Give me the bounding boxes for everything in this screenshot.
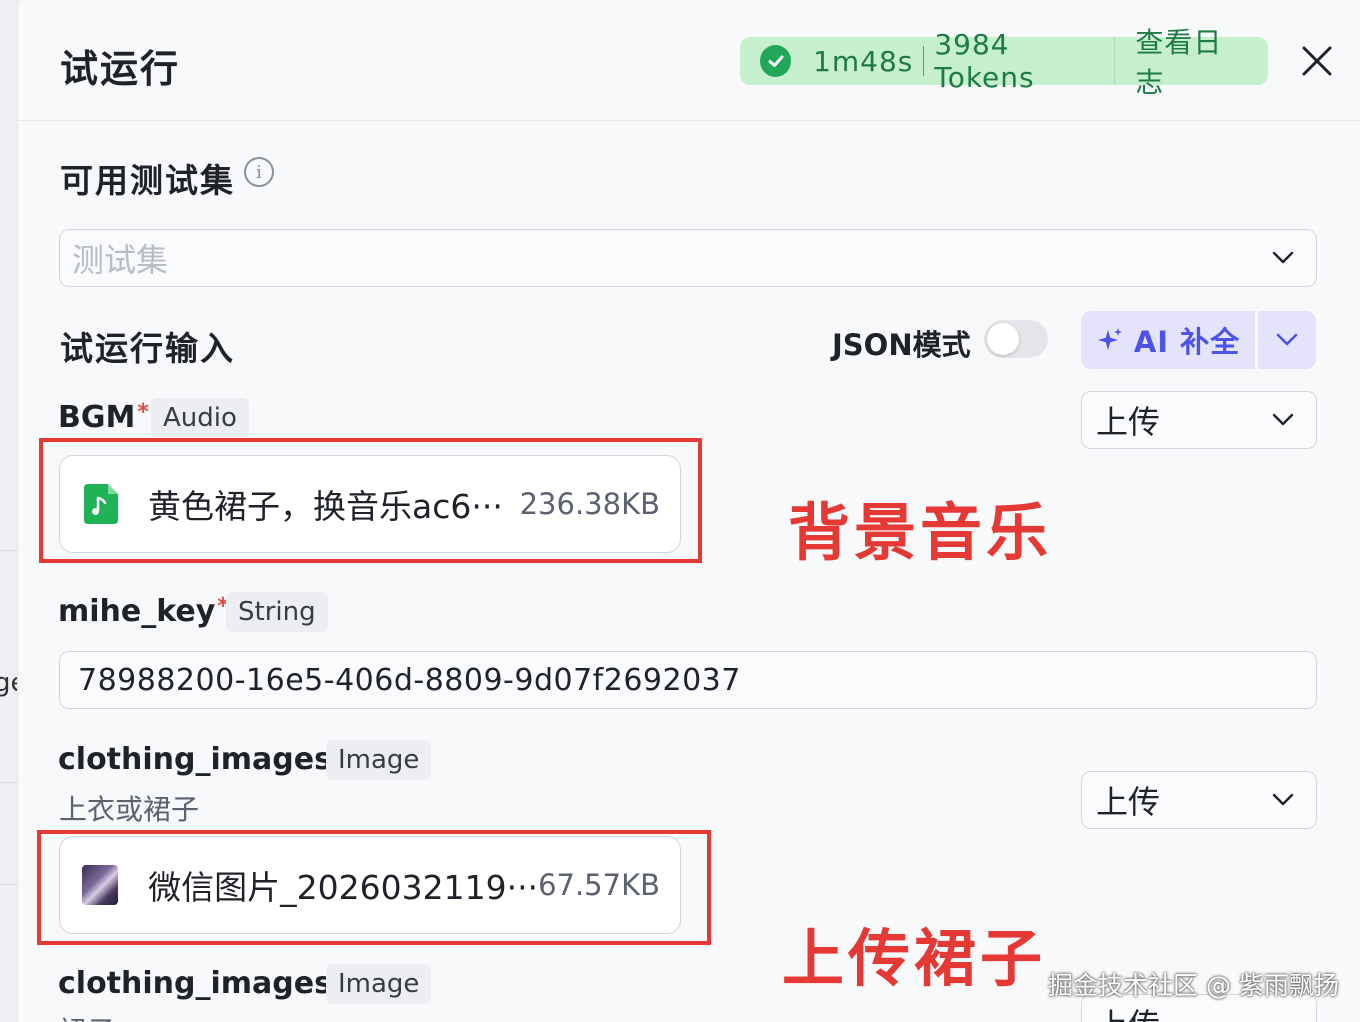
sparkle-icon <box>1097 328 1122 350</box>
testset-select[interactable]: 测试集 <box>59 229 1317 287</box>
json-mode-toggle[interactable] <box>984 320 1048 358</box>
field-name-text: mihe_key <box>58 594 216 629</box>
run-duration: 1m48s <box>813 44 914 78</box>
divider <box>0 884 17 885</box>
field-description: 裙子 <box>59 1010 115 1022</box>
panel-title: 试运行 <box>60 47 181 91</box>
panel-header: 试运行 1m48s 3984 Tokens 查看日志 <box>18 0 1360 121</box>
type-tag-string: String <box>226 592 328 632</box>
chevron-down-icon <box>1276 333 1298 346</box>
annotation-upload: 上传裙子 <box>782 922 1047 995</box>
background-text-fragment: ge <box>0 668 17 698</box>
ai-complete-dropdown[interactable] <box>1258 311 1316 369</box>
divider <box>0 550 17 551</box>
divider <box>0 782 17 783</box>
type-tag-image: Image <box>326 740 432 780</box>
run-input-label: 试运行输入 <box>60 329 235 368</box>
close-icon[interactable] <box>1300 44 1334 78</box>
field-name-clothing-images2: clothing_images2 <box>58 966 353 1001</box>
field-name-text: BGM <box>58 400 136 435</box>
ai-complete-label: AI 补全 <box>1133 325 1241 359</box>
field-description: 上衣或裙子 <box>59 793 200 826</box>
mihe-key-input[interactable]: 78988200-16e5-406d-8809-9d07f2692037 <box>59 651 1317 709</box>
bgm-source-value: 上传 <box>1096 403 1161 441</box>
type-tag-audio: Audio <box>151 398 249 438</box>
chevron-down-icon <box>1272 413 1294 426</box>
background-sidebar: ge <box>0 0 18 1022</box>
testset-label: 可用测试集 <box>60 161 235 200</box>
chevron-down-icon <box>1272 251 1294 264</box>
bgm-source-select[interactable]: 上传 <box>1081 391 1317 449</box>
chevron-down-icon <box>1272 793 1294 806</box>
type-tag-image: Image <box>326 964 432 1004</box>
run-status-badge: 1m48s 3984 Tokens 查看日志 <box>740 26 1268 99</box>
test-run-panel: 试运行 1m48s 3984 Tokens 查看日志 可用测试集 i 测试集 试… <box>18 0 1360 1022</box>
watermark: 掘金技术社区 @ 紫雨飘扬 <box>1048 971 1339 1000</box>
info-icon[interactable]: i <box>244 157 274 187</box>
annotation-box-bgm <box>39 438 702 563</box>
view-log-link[interactable]: 查看日志 <box>1114 26 1268 99</box>
mihe-key-value: 78988200-16e5-406d-8809-9d07f2692037 <box>78 662 741 698</box>
required-marker: * <box>137 400 149 425</box>
annotation-bgm: 背景音乐 <box>788 496 1053 569</box>
testset-placeholder: 测试集 <box>72 241 169 279</box>
field-name-clothing-images1: clothing_images1 <box>58 742 353 777</box>
field-name-mihe-key: mihe_key* <box>58 594 229 629</box>
divider <box>923 46 925 76</box>
check-circle-icon <box>760 45 792 77</box>
annotation-box-upload <box>37 830 711 945</box>
clothing-images1-source-value: 上传 <box>1096 783 1161 821</box>
json-mode-label: JSON模式 <box>832 328 971 362</box>
field-name-bgm: BGM* <box>58 400 149 435</box>
clothing-images2-source-value: 上传 <box>1096 1000 1160 1022</box>
clothing-images1-source-select[interactable]: 上传 <box>1081 771 1317 829</box>
toggle-knob <box>987 323 1019 355</box>
ai-complete-button[interactable]: AI 补全 <box>1081 311 1255 369</box>
token-count: 3984 Tokens <box>934 28 1035 94</box>
